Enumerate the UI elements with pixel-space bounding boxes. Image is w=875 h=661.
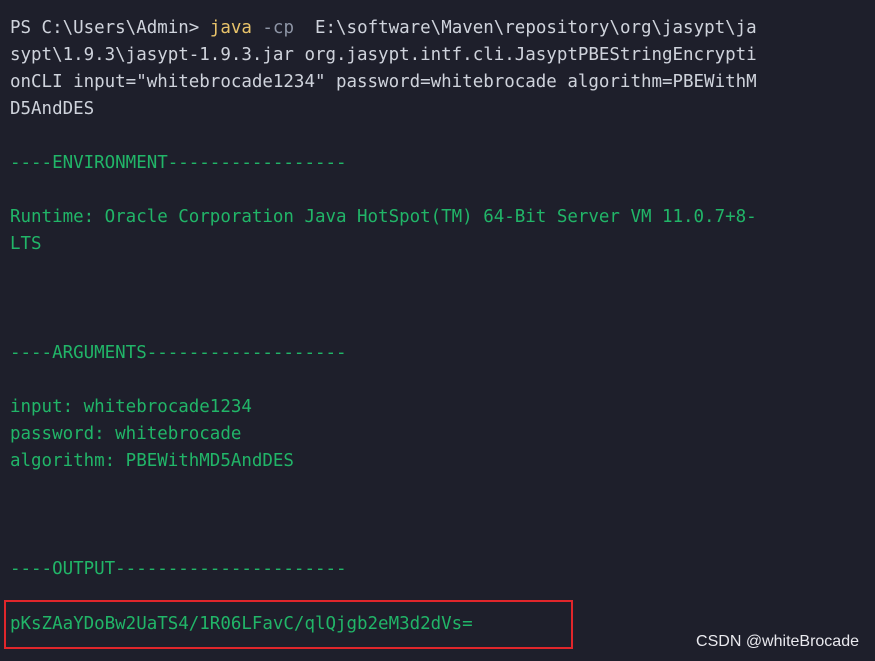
- runtime-line-1: Runtime: Oracle Corporation Java HotSpot…: [10, 207, 757, 227]
- output-value[interactable]: pKsZAaYDoBw2UaTS4/1R06LFavC/qlQjgb2eM3d2…: [10, 611, 473, 638]
- watermark: CSDN @whiteBrocade: [696, 633, 859, 650]
- runtime-line-2: LTS: [10, 234, 42, 254]
- command-program: java: [209, 18, 252, 38]
- command-args: E:\software\Maven\repository\org\jasypt\…: [293, 18, 757, 38]
- command-line-4: D5AndDES: [10, 99, 95, 119]
- environment-header: ----ENVIRONMENT-----------------: [10, 153, 347, 173]
- command-flag: -cp: [251, 18, 294, 38]
- argument-input: input: whitebrocade1234: [10, 397, 252, 417]
- command-line-1: PS C:\Users\Admin> java -cp E:\software\…: [10, 15, 757, 42]
- command-line-3: onCLI input="whitebrocade1234" password=…: [10, 72, 757, 92]
- command-line-2: sypt\1.9.3\jasypt-1.9.3.jar org.jasypt.i…: [10, 45, 757, 65]
- terminal-window[interactable]: PS C:\Users\Admin> java -cp E:\software\…: [0, 0, 875, 661]
- shell-prompt: PS C:\Users\Admin>: [10, 18, 210, 38]
- arguments-header: ----ARGUMENTS-------------------: [10, 343, 347, 363]
- argument-algorithm: algorithm: PBEWithMD5AndDES: [10, 451, 294, 471]
- argument-password: password: whitebrocade: [10, 424, 242, 444]
- output-header: ----OUTPUT----------------------: [10, 559, 347, 579]
